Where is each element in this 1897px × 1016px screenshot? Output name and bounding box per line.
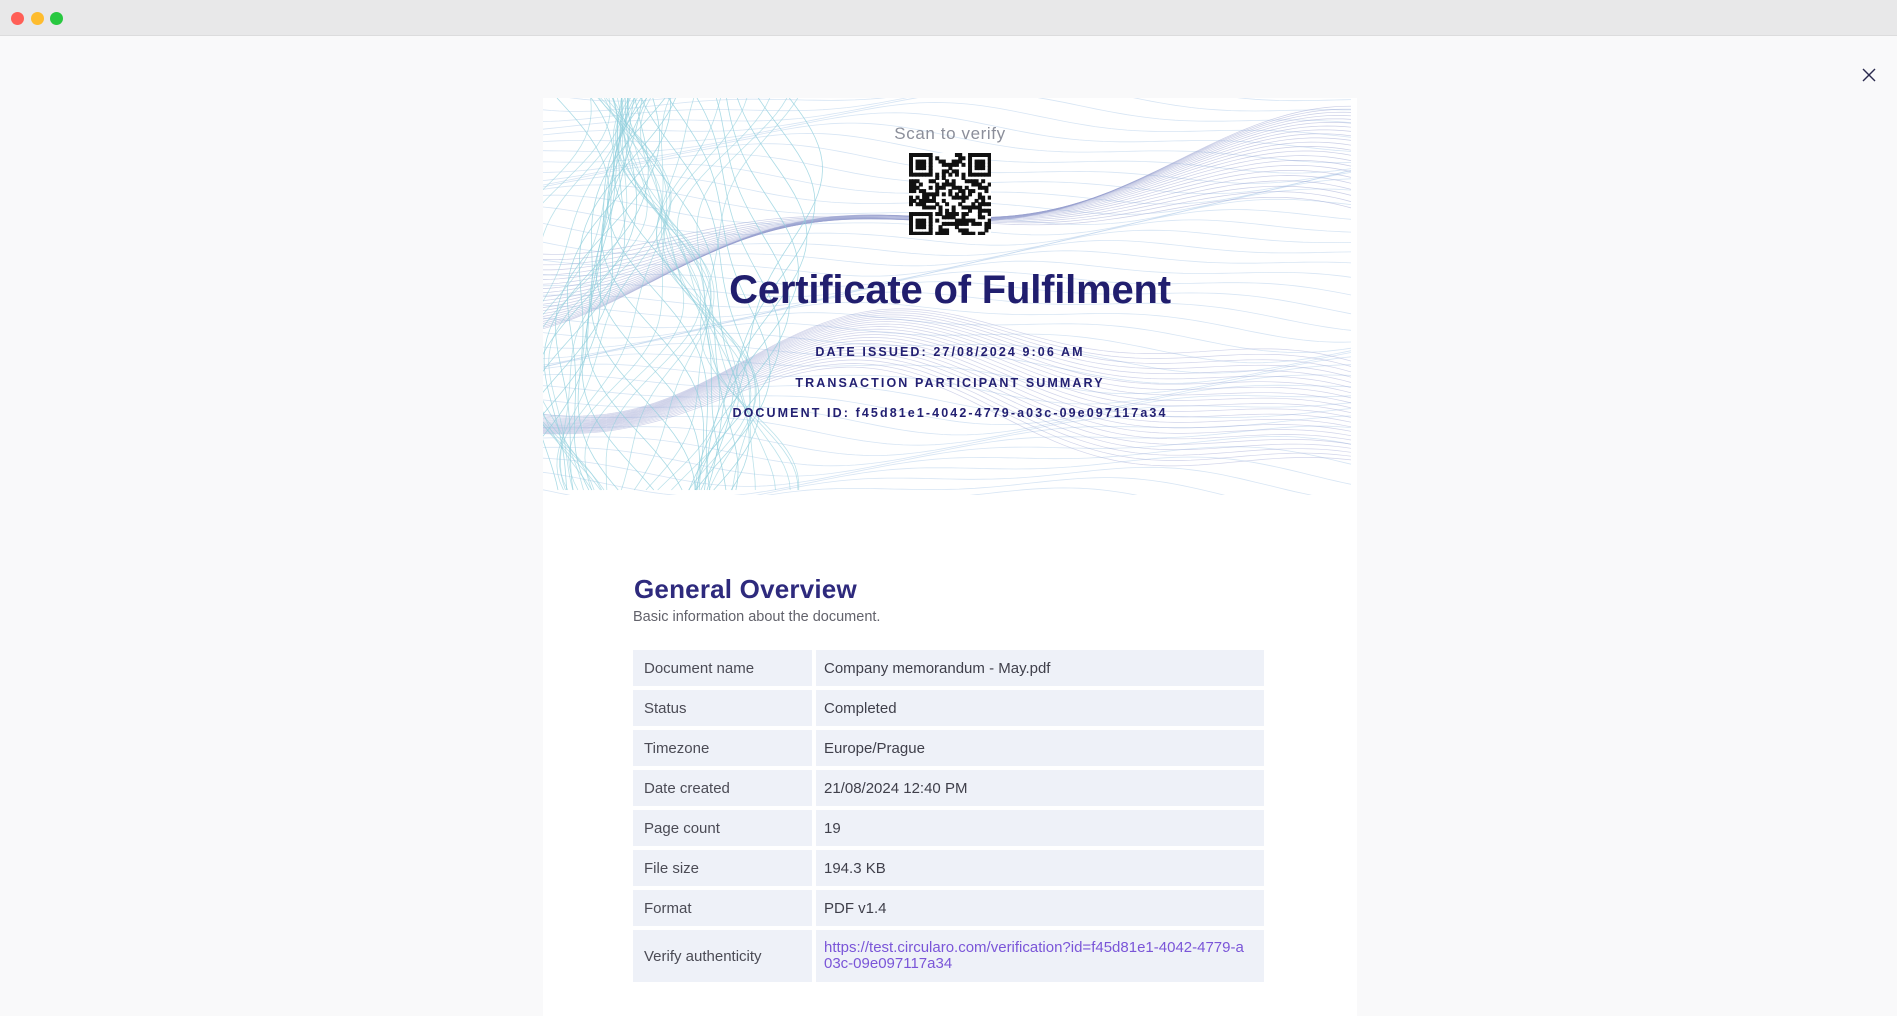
row-label: Verify authenticity (633, 930, 812, 982)
row-value: 19 (816, 810, 1264, 846)
verification-link[interactable]: https://test.circularo.com/verification?… (824, 940, 1250, 973)
table-row: Format PDF v1.4 (633, 890, 1264, 926)
row-label: Document name (633, 650, 812, 686)
document-id-line: DOCUMENT ID: f45d81e1-4042-4779-a03c-09e… (543, 406, 1357, 420)
table-row: Verify authenticity https://test.circula… (633, 930, 1264, 982)
row-value: Completed (816, 690, 1264, 726)
row-label: Status (633, 690, 812, 726)
row-value: PDF v1.4 (816, 890, 1264, 926)
window-minimize-button[interactable] (31, 12, 44, 25)
row-value: https://test.circularo.com/verification?… (816, 930, 1264, 982)
table-row: Date created 21/08/2024 12:40 PM (633, 770, 1264, 806)
scan-to-verify-label: Scan to verify (543, 124, 1357, 144)
close-icon[interactable] (1860, 66, 1878, 84)
row-label: File size (633, 850, 812, 886)
window-maximize-button[interactable] (50, 12, 63, 25)
qr-code-image (909, 153, 991, 235)
row-value: 194.3 KB (816, 850, 1264, 886)
row-label: Page count (633, 810, 812, 846)
section-heading: General Overview (634, 574, 857, 605)
date-issued-line: DATE ISSUED: 27/08/2024 9:06 AM (543, 345, 1357, 359)
row-value: 21/08/2024 12:40 PM (816, 770, 1264, 806)
table-row: Page count 19 (633, 810, 1264, 846)
participant-summary-line: TRANSACTION PARTICIPANT SUMMARY (543, 376, 1357, 390)
qr-code (909, 153, 991, 235)
close-x-glyph (1860, 66, 1878, 84)
certificate-title: Certificate of Fulfilment (543, 268, 1357, 313)
info-table: Document name Company memorandum - May.p… (633, 650, 1264, 982)
row-value: Europe/Prague (816, 730, 1264, 766)
certificate-header: Scan to verify Certificate of Fulfilment… (543, 98, 1357, 495)
table-row: File size 194.3 KB (633, 850, 1264, 886)
row-label: Timezone (633, 730, 812, 766)
window-titlebar (0, 0, 1897, 36)
table-row: Timezone Europe/Prague (633, 730, 1264, 766)
section-subheading: Basic information about the document. (633, 609, 880, 625)
table-row: Document name Company memorandum - May.p… (633, 650, 1264, 686)
row-label: Date created (633, 770, 812, 806)
window-close-button[interactable] (11, 12, 24, 25)
row-label: Format (633, 890, 812, 926)
row-value: Company memorandum - May.pdf (816, 650, 1264, 686)
table-row: Status Completed (633, 690, 1264, 726)
certificate-document: Scan to verify Certificate of Fulfilment… (543, 98, 1357, 1016)
